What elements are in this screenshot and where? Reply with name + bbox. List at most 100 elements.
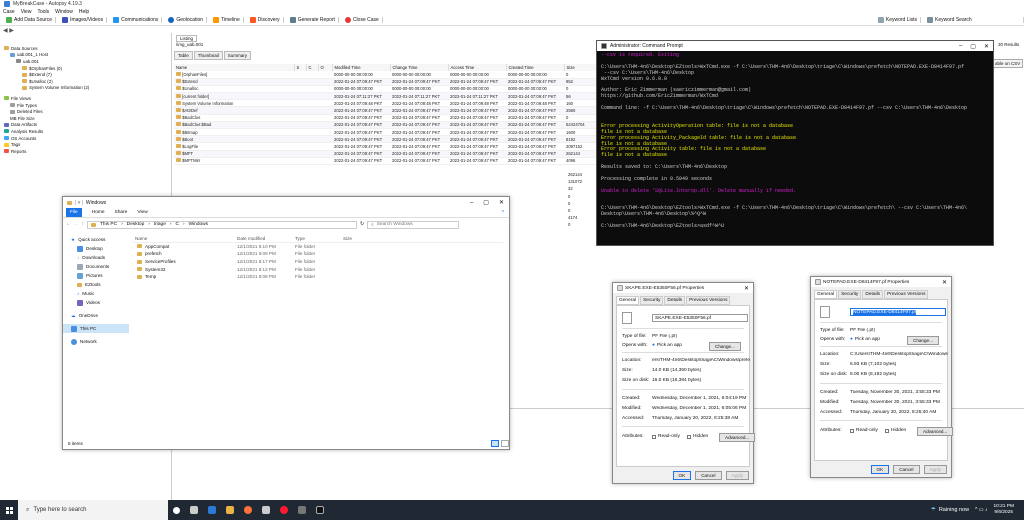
tree-orphan[interactable]: $OrphanFiles (0): [0, 65, 171, 72]
cmd-output[interactable]: --csv is required. Exiting C:\Users\THM-4…: [597, 51, 993, 232]
readonly-checkbox[interactable]: Read-only: [652, 434, 680, 439]
menu-tools[interactable]: Tools: [37, 9, 49, 15]
details-view-icon[interactable]: [491, 440, 499, 447]
clock[interactable]: 10:21 PM 9/6/2025: [993, 504, 1014, 516]
col-name[interactable]: Name: [133, 236, 237, 241]
nav-downloads[interactable]: ↓ Downloads: [63, 253, 129, 262]
tree-data-artifacts[interactable]: Data Artifacts: [0, 122, 171, 129]
table-row[interactable]: $MFTMirr 2022-01-24 07:09:47 PKT 2022-01-2…: [174, 157, 604, 165]
ok-button[interactable]: OK: [870, 465, 890, 474]
back-icon[interactable]: ←: [66, 222, 71, 227]
table-row[interactable]: $AttrDef 2022-01-24 07:09:47 PKT 2022-01-2…: [174, 106, 604, 115]
tree-analysis[interactable]: Analysis Results: [0, 128, 171, 135]
hidden-checkbox[interactable]: Hidden: [687, 434, 708, 439]
apply-button[interactable]: Apply: [725, 471, 749, 480]
nav-pictures[interactable]: Pictures: [63, 271, 129, 280]
menu-case[interactable]: Case: [3, 9, 15, 15]
table-row[interactable]: [OrphanFiles] 0000-00-00 00:00:00 0000-00-…: [174, 71, 604, 79]
discovery-button[interactable]: Discovery: [247, 17, 284, 23]
props-tab[interactable]: Previous Versions: [884, 290, 929, 299]
folder-row[interactable]: Temp 12/1/2021 6:08 PM File folder: [133, 273, 503, 281]
table-row[interactable]: System Volume Information 2022-01-24 07:0…: [174, 99, 604, 108]
table-row[interactable]: [current folder] 2022-01-24 07:11:27 PKT 2…: [174, 92, 604, 101]
col-c[interactable]: C: [306, 64, 319, 71]
cortana-icon[interactable]: [173, 506, 180, 514]
keyword-search-button[interactable]: Keyword Search: [924, 17, 1024, 23]
firefox-icon[interactable]: [244, 506, 252, 514]
col-name[interactable]: Name: [174, 64, 295, 71]
help-icon[interactable]: ?: [501, 210, 509, 215]
tree-svi[interactable]: System Volume Information (2): [0, 85, 171, 92]
col-s[interactable]: S: [294, 64, 307, 71]
close-icon[interactable]: ✕: [984, 43, 989, 50]
col-size[interactable]: Size: [343, 236, 383, 241]
tree-host[interactable]: uab.001_1 Host: [0, 52, 171, 59]
tree-data-sources[interactable]: Data Sources: [0, 45, 171, 52]
props-tab[interactable]: General: [616, 296, 640, 305]
tree-tags[interactable]: Tags: [0, 141, 171, 148]
start-button[interactable]: [0, 506, 18, 514]
tree-file-types[interactable]: File Types: [0, 102, 171, 109]
change-button[interactable]: Change...: [907, 336, 939, 345]
tree-unalloc[interactable]: $Unalloc (2): [0, 78, 171, 85]
explorer-taskbar-icon[interactable]: [226, 506, 234, 514]
props-tab[interactable]: General: [814, 290, 838, 299]
props-tab[interactable]: Security: [838, 290, 862, 299]
col-change[interactable]: Change Time: [390, 64, 449, 71]
save-csv-button[interactable]: able on CSV: [992, 59, 1024, 68]
add-data-source-button[interactable]: Add Data Source: [3, 17, 57, 23]
task-view-icon[interactable]: [190, 506, 198, 514]
up-icon[interactable]: ↑: [82, 222, 84, 227]
ribbon-home[interactable]: Home: [92, 210, 105, 215]
search-input[interactable]: ⌕ Search Windows: [367, 220, 460, 229]
taskbar-search[interactable]: ⌕ Type here to search: [18, 500, 168, 520]
maximize-icon[interactable]: ▢: [483, 199, 489, 206]
advanced-button[interactable]: Advanced...: [719, 433, 756, 442]
filename-input[interactable]: NOTEPAD.EXE-D8414F97.pf: [850, 308, 946, 316]
weather-widget[interactable]: ☂ Raining now: [931, 507, 969, 513]
tiles-view-icon[interactable]: [501, 440, 509, 447]
col-date[interactable]: Date modified: [237, 236, 295, 241]
crumb-triage[interactable]: triage: [154, 222, 166, 227]
nav-eztools[interactable]: EZtools: [63, 280, 129, 289]
filename-input[interactable]: SKAPE.EXE-E5350F56.pf: [652, 314, 748, 322]
ribbon-view[interactable]: View: [137, 210, 147, 215]
table-row[interactable]: $BadClus:$Bad 2022-01-24 07:09:47 PKT 2022…: [174, 121, 604, 130]
table-row[interactable]: $Boot 2022-01-24 07:09:47 PKT 2022-01-24 0…: [174, 135, 604, 144]
cancel-button[interactable]: Cancel: [695, 471, 722, 480]
tab-thumbnail[interactable]: Thumbnail: [193, 51, 223, 60]
table-row[interactable]: $BadClus 2022-01-24 07:09:47 PKT 2022-01-2…: [174, 114, 604, 122]
edge-icon[interactable]: [208, 506, 216, 514]
ok-button[interactable]: OK: [672, 471, 692, 480]
maximize-icon[interactable]: ▢: [970, 43, 976, 50]
readonly-checkbox[interactable]: Read-only: [850, 428, 878, 433]
autopsy-taskbar-icon[interactable]: [298, 506, 306, 514]
menu-view[interactable]: View: [21, 9, 32, 15]
crumb-c[interactable]: C: [176, 222, 179, 227]
advanced-button[interactable]: Advanced...: [917, 427, 954, 436]
menu-window[interactable]: Window: [55, 9, 73, 15]
tree-file-views[interactable]: File Views: [0, 95, 171, 102]
folder-row[interactable]: System32 12/1/2021 6:12 PM File folder: [133, 265, 503, 273]
minimize-icon[interactable]: –: [959, 43, 962, 49]
opera-icon[interactable]: [280, 506, 288, 514]
table-row[interactable]: $LogFile 2022-01-24 07:09:47 PKT 2022-01-2…: [174, 142, 604, 151]
nav-quick-access[interactable]: ★ Quick access: [63, 235, 129, 244]
communications-button[interactable]: Communications: [110, 17, 163, 23]
folder-row[interactable]: prefetch 12/1/2021 6:09 PM File folder: [133, 250, 503, 258]
folder-row[interactable]: AppCompat 12/1/2021 6:10 PM File folder: [133, 243, 503, 251]
col-o[interactable]: O: [318, 64, 333, 71]
ribbon-share[interactable]: Share: [115, 210, 128, 215]
table-row[interactable]: $Unalloc 0000-00-00 00:00:00 0000-00-00 00…: [174, 85, 604, 94]
menu-help[interactable]: Help: [79, 9, 89, 15]
geolocation-button[interactable]: Geolocation: [165, 17, 208, 23]
tab-summary[interactable]: Summary: [223, 51, 252, 60]
tree-deleted[interactable]: Deleted Files: [0, 108, 171, 115]
col-access[interactable]: Access Time: [448, 64, 507, 71]
props-tab[interactable]: Security: [640, 296, 664, 305]
props-tab[interactable]: Details: [862, 290, 884, 299]
crumb-this-pc[interactable]: This PC: [100, 222, 117, 227]
close-case-button[interactable]: Close Case: [342, 17, 383, 23]
nav-music[interactable]: ♪ Music: [63, 289, 129, 298]
images-videos-button[interactable]: Images/Videos: [59, 17, 108, 23]
